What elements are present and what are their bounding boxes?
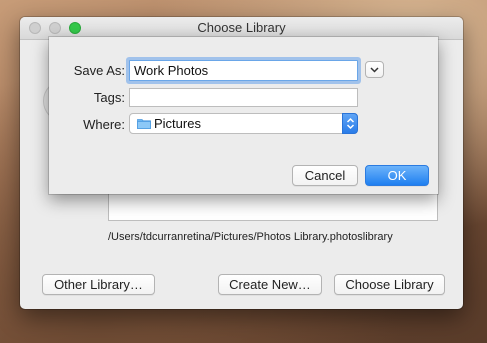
- save-as-input[interactable]: [129, 60, 358, 81]
- library-path: /Users/tdcurranretina/Pictures/Photos Li…: [108, 231, 393, 243]
- popup-arrows[interactable]: [342, 113, 358, 134]
- window-title: Choose Library: [197, 20, 286, 35]
- save-sheet: Save As: Tags: Where: Pictures Cancel OK: [49, 37, 438, 194]
- up-down-chevron-icon: [346, 117, 355, 130]
- save-as-label: Save As:: [73, 63, 125, 78]
- chevron-down-icon: [370, 67, 379, 73]
- other-library-button[interactable]: Other Library…: [42, 274, 155, 295]
- ok-button[interactable]: OK: [365, 165, 429, 186]
- create-new-button[interactable]: Create New…: [218, 274, 322, 295]
- where-popup-value: Pictures: [154, 116, 201, 131]
- tags-label: Tags:: [93, 90, 125, 105]
- where-label: Where:: [83, 117, 125, 132]
- tags-input[interactable]: [129, 88, 358, 107]
- choose-library-button[interactable]: Choose Library: [334, 274, 445, 295]
- where-popup[interactable]: Pictures: [129, 113, 358, 134]
- cancel-button[interactable]: Cancel: [292, 165, 358, 186]
- folder-icon: [137, 119, 151, 129]
- expand-sheet-button[interactable]: [365, 61, 384, 78]
